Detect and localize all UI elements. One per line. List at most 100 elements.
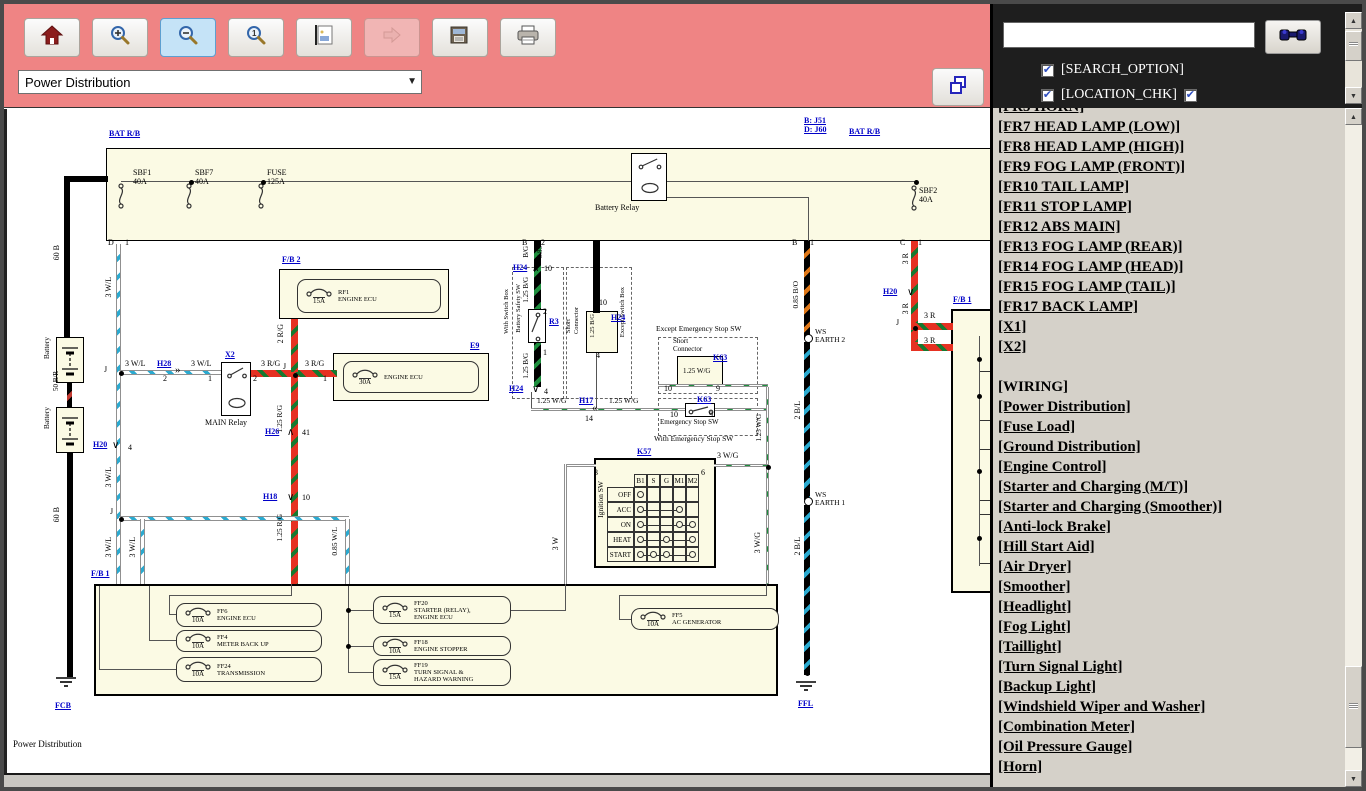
search-panel-scrollbar[interactable]: ▲ ▼: [1345, 12, 1362, 104]
sidebar-link[interactable]: [Combination Meter]: [998, 717, 1345, 737]
zoom-in-button[interactable]: [92, 18, 148, 57]
sidebar-link[interactable]: [Backup Light]: [998, 677, 1345, 697]
label-h28[interactable]: H28: [157, 360, 171, 369]
label-fcb[interactable]: FCB: [55, 702, 71, 711]
label-10: 10: [302, 494, 310, 503]
sidebar-link[interactable]: [FR12 ABS MAIN]: [998, 217, 1345, 237]
sidebar-link[interactable]: [Ground Distribution]: [998, 437, 1345, 457]
label-2-r-g: 2 R/G: [277, 324, 286, 343]
sidebar-link[interactable]: [FR14 FOG LAMP (HEAD)]: [998, 257, 1345, 277]
junction-dot: [119, 517, 124, 522]
scroll-thumb[interactable]: [1345, 31, 1362, 61]
sidebar-link[interactable]: [FR11 STOP LAMP]: [998, 197, 1345, 217]
sidebar-link[interactable]: [FR15 FOG LAMP (TAIL)]: [998, 277, 1345, 297]
label-h18[interactable]: H18: [263, 493, 277, 502]
sidebar-link[interactable]: [FR9 FOG LAMP (FRONT)]: [998, 157, 1345, 177]
wire-th: [511, 610, 566, 611]
scroll-thumb[interactable]: [1345, 666, 1362, 748]
sidebar-link[interactable]: [Power Distribution]: [998, 397, 1345, 417]
sidebar-link[interactable]: [Anti-lock Brake]: [998, 517, 1345, 537]
sidebar-link[interactable]: [FR17 BACK LAMP]: [998, 297, 1345, 317]
checkbox[interactable]: ✔: [1041, 89, 1054, 102]
label-1: 1: [543, 349, 547, 358]
label-f-b-2[interactable]: F/B 2: [282, 256, 300, 265]
label-4: 4: [128, 444, 132, 453]
label-r3[interactable]: R3: [549, 318, 559, 327]
sidebar-link[interactable]: [X1]: [998, 317, 1345, 337]
zoom-out-button[interactable]: [160, 18, 216, 57]
label-60-b: 60 B: [53, 507, 62, 522]
diagram-canvas[interactable]: 15ARF1 ENGINE ECU30AENGINE ECU10AFF6 ENG…: [4, 109, 990, 773]
sidebar-link[interactable]: [Oil Pressure Gauge]: [998, 737, 1345, 757]
label-h24[interactable]: H24: [513, 264, 527, 273]
label-h20[interactable]: H20: [883, 288, 897, 297]
label-j: J: [104, 366, 107, 375]
search-input[interactable]: [1003, 22, 1255, 48]
label-k63[interactable]: K63: [697, 396, 711, 405]
label-except-emergency-stop-sw: Except Emergency Stop SW: [656, 325, 741, 333]
sidebar-link[interactable]: [Horn]: [998, 757, 1345, 777]
label-ffl[interactable]: FFL: [798, 700, 813, 709]
sidebar-link[interactable]: [FR10 TAIL LAMP]: [998, 177, 1345, 197]
page-preview-button[interactable]: [296, 18, 352, 57]
junction-dot: [805, 671, 810, 676]
wire-th: [663, 197, 809, 198]
label-f-b-1[interactable]: F/B 1: [91, 570, 109, 579]
label-bat-r-b[interactable]: BAT R/B: [109, 130, 140, 139]
fuse-engine ecu: 30AENGINE ECU: [343, 361, 479, 393]
sidebar-link[interactable]: [FR7 HEAD LAMP (LOW)]: [998, 117, 1345, 137]
ignition-cell: [660, 487, 673, 502]
label-e9[interactable]: E9: [470, 342, 479, 351]
label-b-j51-d-j60[interactable]: B: J51 D: J60: [804, 117, 826, 135]
junction-dot: [977, 394, 982, 399]
label-f-b-1[interactable]: F/B 1: [953, 296, 971, 305]
save-button[interactable]: [432, 18, 488, 57]
sidebar-link[interactable]: [FR8 HEAD LAMP (HIGH)]: [998, 137, 1345, 157]
home-button[interactable]: [24, 18, 80, 57]
diagram-select[interactable]: Power Distribution ▼: [18, 70, 422, 94]
label-3-w: 3 W: [552, 537, 561, 550]
sidebar-link[interactable]: [Fog Light]: [998, 617, 1345, 637]
search-button[interactable]: [1265, 20, 1321, 54]
sidebar-link[interactable]: [Air Dryer]: [998, 557, 1345, 577]
fuse-ff5: 10AFF5 AC GENERATOR: [631, 608, 779, 630]
fuse-icon: 10A: [640, 611, 666, 628]
sidebar-link[interactable]: [Headlight]: [998, 597, 1345, 617]
label-x2[interactable]: X2: [225, 351, 235, 360]
scroll-up-button[interactable]: ▲: [1345, 108, 1362, 125]
label-60-b: 60 B: [53, 245, 62, 260]
label-bat-r-b[interactable]: BAT R/B: [849, 128, 880, 137]
sidebar-link[interactable]: [Hill Start Aid]: [998, 537, 1345, 557]
sidebar-link[interactable]: [Turn Signal Light]: [998, 657, 1345, 677]
sidebar-link[interactable]: [X2]: [998, 337, 1345, 357]
sidebar-link[interactable]: [Taillight]: [998, 637, 1345, 657]
label-k63[interactable]: K63: [713, 354, 727, 363]
label-h24[interactable]: H24: [509, 385, 523, 394]
label-k57[interactable]: K57: [637, 448, 651, 457]
sidebar-link[interactable]: [Starter and Charging (M/T)]: [998, 477, 1345, 497]
label-h20[interactable]: H20: [93, 441, 107, 450]
sidebar-link[interactable]: [Fuse Load]: [998, 417, 1345, 437]
wire-th: [121, 181, 916, 182]
label-h17[interactable]: H17: [579, 397, 593, 406]
scroll-down-button[interactable]: ▼: [1345, 87, 1362, 104]
print-button[interactable]: [500, 18, 556, 57]
checkbox-trailing[interactable]: ✔: [1184, 89, 1197, 102]
zoom-100-button[interactable]: 1: [228, 18, 284, 57]
junction-dot: [914, 180, 919, 185]
label-41: 41: [302, 429, 310, 438]
label-3-w-l: 3 W/L: [191, 360, 212, 369]
scroll-up-button[interactable]: ▲: [1345, 12, 1362, 29]
fuse-label: FF18 ENGINE STOPPER: [414, 639, 468, 653]
sidebar-scrollbar[interactable]: ▲ ▼: [1345, 108, 1362, 787]
sidebar-link[interactable]: [Smoother]: [998, 577, 1345, 597]
sidebar-link[interactable]: [Engine Control]: [998, 457, 1345, 477]
sidebar-link[interactable]: [FR13 FOG LAMP (REAR)]: [998, 237, 1345, 257]
scroll-down-button[interactable]: ▼: [1345, 770, 1362, 787]
open-new-window-button[interactable]: [932, 68, 984, 106]
sidebar-link[interactable]: [FR5 HORN]: [998, 108, 1345, 117]
sidebar-link[interactable]: [Windshield Wiper and Washer]: [998, 697, 1345, 717]
sidebar-link[interactable]: [Starter and Charging (Smoother)]: [998, 497, 1345, 517]
checkbox[interactable]: ✔: [1041, 64, 1054, 77]
preview-icon: [312, 23, 336, 52]
